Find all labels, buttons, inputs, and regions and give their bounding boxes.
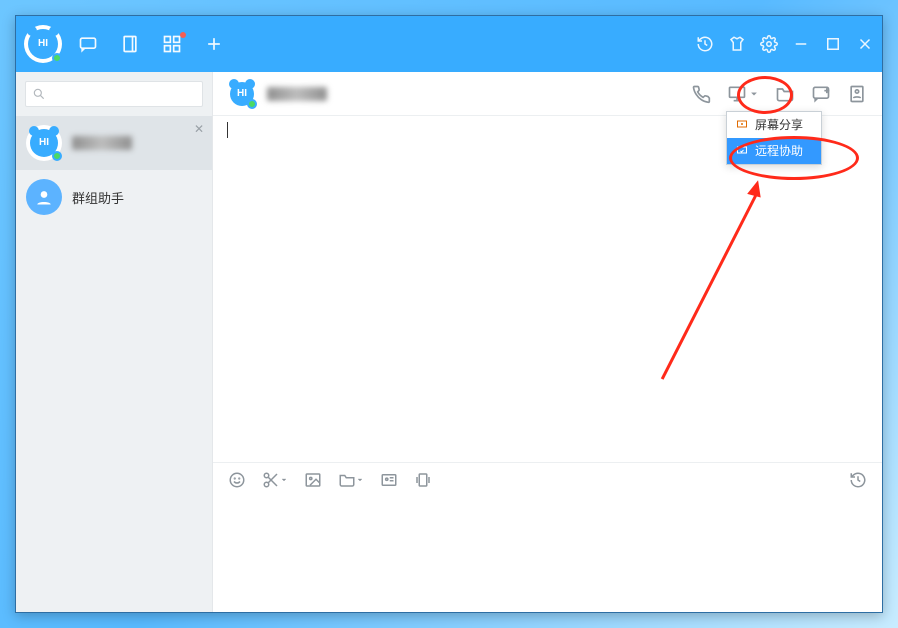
menu-item-screen-share[interactable]: 屏幕分享 — [727, 112, 821, 138]
close-contact-icon[interactable]: ✕ — [194, 122, 204, 136]
search-input[interactable] — [25, 81, 203, 107]
menu-item-remote-assist[interactable]: 远程协助 — [727, 138, 821, 164]
settings-icon[interactable] — [760, 35, 778, 53]
input-history-icon[interactable] — [848, 470, 868, 490]
scissors-icon[interactable] — [261, 470, 289, 490]
status-online-dot — [52, 53, 62, 63]
folder-icon[interactable] — [774, 83, 796, 105]
history-icon[interactable] — [696, 35, 714, 53]
card-icon[interactable] — [379, 470, 399, 490]
menu-item-label: 屏幕分享 — [755, 116, 803, 133]
text-cursor — [227, 122, 228, 138]
text-input[interactable] — [213, 497, 882, 612]
maximize-button[interactable] — [824, 35, 842, 53]
profile-icon[interactable] — [846, 83, 868, 105]
add-icon[interactable] — [204, 34, 224, 54]
contacts-icon[interactable] — [120, 34, 140, 54]
minimize-button[interactable] — [792, 35, 810, 53]
remote-dropdown-menu: 屏幕分享 远程协助 — [726, 111, 822, 165]
messages-icon[interactable] — [78, 34, 98, 54]
remote-desktop-dropdown-button[interactable] — [726, 83, 760, 105]
contact-item[interactable]: HI ✕ — [16, 116, 212, 170]
call-icon[interactable] — [690, 83, 712, 105]
shake-icon[interactable] — [413, 470, 433, 490]
contact-name-obscured — [72, 136, 132, 150]
chat-avatar[interactable]: HI — [227, 79, 257, 109]
contact-item[interactable]: 群组助手 — [16, 170, 212, 224]
chat-header: HI 屏幕分享 — [213, 72, 882, 116]
menu-item-label: 远程协助 — [755, 142, 803, 159]
add-chat-icon[interactable] — [810, 83, 832, 105]
chat-panel: HI 屏幕分享 — [213, 72, 882, 612]
close-button[interactable] — [856, 35, 874, 53]
chat-message-area[interactable] — [213, 116, 882, 462]
folder-send-icon[interactable] — [337, 470, 365, 490]
notification-dot — [180, 32, 186, 38]
titlebar: HI — [16, 16, 882, 72]
main-avatar[interactable]: HI — [24, 25, 62, 63]
sidebar: HI ✕ 群组助手 — [16, 72, 213, 612]
contact-name: 群组助手 — [72, 188, 124, 207]
skin-icon[interactable] — [728, 35, 746, 53]
app-window: HI — [15, 15, 883, 613]
chat-title-obscured — [267, 87, 327, 101]
emoji-icon[interactable] — [227, 470, 247, 490]
apps-icon[interactable] — [162, 34, 182, 54]
image-icon[interactable] — [303, 470, 323, 490]
chat-input-area — [213, 462, 882, 612]
